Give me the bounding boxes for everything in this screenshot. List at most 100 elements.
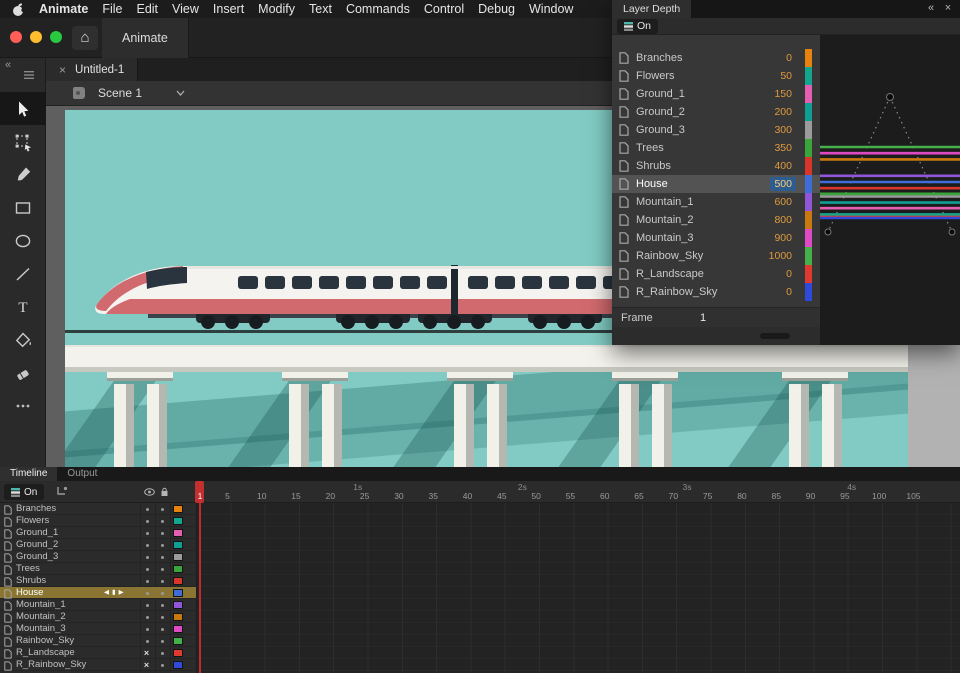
layer-lock-dot[interactable]: [161, 591, 164, 595]
layer-color-swatch[interactable]: [173, 600, 183, 609]
layer-color-swatch[interactable]: [173, 552, 183, 561]
parenting-view-icon[interactable]: [56, 485, 68, 497]
brush-tool[interactable]: [0, 158, 46, 191]
layer-color-swatch[interactable]: [805, 67, 812, 85]
layer-visibility-dot[interactable]: [146, 555, 149, 559]
ruler-frame-40[interactable]: 40: [463, 491, 472, 501]
layer-depth-value[interactable]: 600: [770, 195, 796, 209]
layer-lock-dot[interactable]: [161, 663, 164, 667]
eraser-tool[interactable]: [0, 356, 46, 389]
layer-visibility-dot[interactable]: [146, 531, 149, 535]
layer-depth-row-mountain_3[interactable]: Mountain_3 900: [612, 229, 820, 247]
layer-color-swatch[interactable]: [173, 660, 183, 669]
layer-depth-row-mountain_2[interactable]: Mountain_2 800: [612, 211, 820, 229]
layer-visibility-dot[interactable]: [146, 567, 149, 571]
layer-color-swatch[interactable]: [805, 139, 812, 157]
layer-color-swatch[interactable]: [173, 564, 183, 573]
timeline-layer-row-ground_2[interactable]: Ground_2: [0, 539, 196, 551]
timeline-layer-row-flowers[interactable]: Flowers: [0, 515, 196, 527]
paint-bucket-tool[interactable]: [0, 323, 46, 356]
menu-window[interactable]: Window: [529, 2, 573, 16]
layer-depth-value[interactable]: 800: [770, 213, 796, 227]
timeline-layer-row-mountain_1[interactable]: Mountain_1: [0, 599, 196, 611]
menu-app-name[interactable]: Animate: [39, 2, 88, 16]
tab-output[interactable]: Output: [57, 467, 107, 481]
ruler-frame-75[interactable]: 75: [703, 491, 712, 501]
train-illustration[interactable]: [88, 252, 628, 332]
layer-color-swatch[interactable]: [173, 612, 183, 621]
ruler-frame-105[interactable]: 105: [906, 491, 920, 501]
lock-column-icon[interactable]: [160, 487, 169, 497]
ruler-frame-65[interactable]: 65: [634, 491, 643, 501]
visibility-column-icon[interactable]: [144, 488, 155, 496]
menu-debug[interactable]: Debug: [478, 2, 515, 16]
layer-depth-row-r_rainbow_sky[interactable]: R_Rainbow_Sky 0: [612, 283, 820, 301]
layer-depth-row-ground_3[interactable]: Ground_3 300: [612, 121, 820, 139]
layer-depth-row-ground_1[interactable]: Ground_1 150: [612, 85, 820, 103]
menu-commands[interactable]: Commands: [346, 2, 410, 16]
layer-depth-value[interactable]: 300: [770, 123, 796, 137]
ruler-frame-85[interactable]: 85: [772, 491, 781, 501]
layer-lock-dot[interactable]: [161, 543, 164, 547]
layer-depth-value[interactable]: 400: [770, 159, 796, 173]
layer-visibility-dot[interactable]: [146, 603, 149, 607]
layer-color-swatch[interactable]: [173, 540, 183, 549]
layer-visibility-dot[interactable]: [146, 507, 149, 511]
layer-color-swatch[interactable]: [173, 636, 183, 645]
layer-depth-value[interactable]: 350: [770, 141, 796, 155]
layer-color-swatch[interactable]: [805, 103, 812, 121]
timeline-layer-row-trees[interactable]: Trees: [0, 563, 196, 575]
ruler-frame-100[interactable]: 100: [872, 491, 886, 501]
layer-depth-value[interactable]: 900: [770, 231, 796, 245]
layer-depth-row-branches[interactable]: Branches 0: [612, 49, 820, 67]
timeline-layer-row-ground_3[interactable]: Ground_3: [0, 551, 196, 563]
layer-depth-row-house[interactable]: House 500: [612, 175, 820, 193]
timeline-layer-row-branches[interactable]: Branches: [0, 503, 196, 515]
menu-edit[interactable]: Edit: [136, 2, 158, 16]
menu-text[interactable]: Text: [309, 2, 332, 16]
ruler-frame-90[interactable]: 90: [806, 491, 815, 501]
ruler-frame-15[interactable]: 15: [291, 491, 300, 501]
layer-color-swatch[interactable]: [805, 49, 812, 67]
layer-color-swatch[interactable]: [805, 157, 812, 175]
ruler-frame-50[interactable]: 50: [531, 491, 540, 501]
layer-color-swatch[interactable]: [805, 229, 812, 247]
timeline-layer-row-shrubs[interactable]: Shrubs: [0, 575, 196, 587]
ruler-frame-5[interactable]: 5: [225, 491, 230, 501]
menu-insert[interactable]: Insert: [213, 2, 244, 16]
free-transform-tool[interactable]: [0, 125, 46, 158]
selection-tool[interactable]: [0, 92, 46, 125]
layer-color-swatch[interactable]: [805, 193, 812, 211]
ruler-frame-30[interactable]: 30: [394, 491, 403, 501]
layer-hidden-mark[interactable]: ×: [141, 659, 152, 671]
depth-viz[interactable]: [820, 35, 960, 345]
oval-tool[interactable]: [0, 224, 46, 257]
ruler-frame-95[interactable]: 95: [840, 491, 849, 501]
layer-color-swatch[interactable]: [805, 211, 812, 229]
ruler-frame-25[interactable]: 25: [360, 491, 369, 501]
more-tools-button[interactable]: [0, 389, 46, 422]
menu-file[interactable]: File: [102, 2, 122, 16]
ruler-frame-80[interactable]: 80: [737, 491, 746, 501]
home-button[interactable]: ⌂: [72, 26, 98, 50]
apple-menu-icon[interactable]: [12, 2, 25, 17]
tools-collapse-icon[interactable]: «: [5, 59, 11, 71]
layer-lock-dot[interactable]: [161, 507, 164, 511]
layer-lock-dot[interactable]: [161, 555, 164, 559]
layer-depth-row-trees[interactable]: Trees 350: [612, 139, 820, 157]
tools-grip-icon[interactable]: [24, 71, 34, 79]
timeline-layer-depth-toggle[interactable]: On: [4, 484, 45, 500]
layer-depth-row-ground_2[interactable]: Ground_2 200: [612, 103, 820, 121]
ruler-frame-35[interactable]: 35: [429, 491, 438, 501]
document-tab[interactable]: × Untitled-1: [46, 58, 139, 81]
layer-color-swatch[interactable]: [805, 283, 812, 301]
layer-depth-row-flowers[interactable]: Flowers 50: [612, 67, 820, 85]
ruler-frame-60[interactable]: 60: [600, 491, 609, 501]
tab-timeline[interactable]: Timeline: [0, 467, 58, 481]
ruler-frame-10[interactable]: 10: [257, 491, 266, 501]
frame-value[interactable]: 1: [700, 308, 706, 328]
layer-color-swatch[interactable]: [173, 588, 183, 597]
layer-visibility-dot[interactable]: [146, 579, 149, 583]
layer-depth-row-mountain_1[interactable]: Mountain_1 600: [612, 193, 820, 211]
layer-depth-on-toggle[interactable]: On: [617, 19, 659, 34]
